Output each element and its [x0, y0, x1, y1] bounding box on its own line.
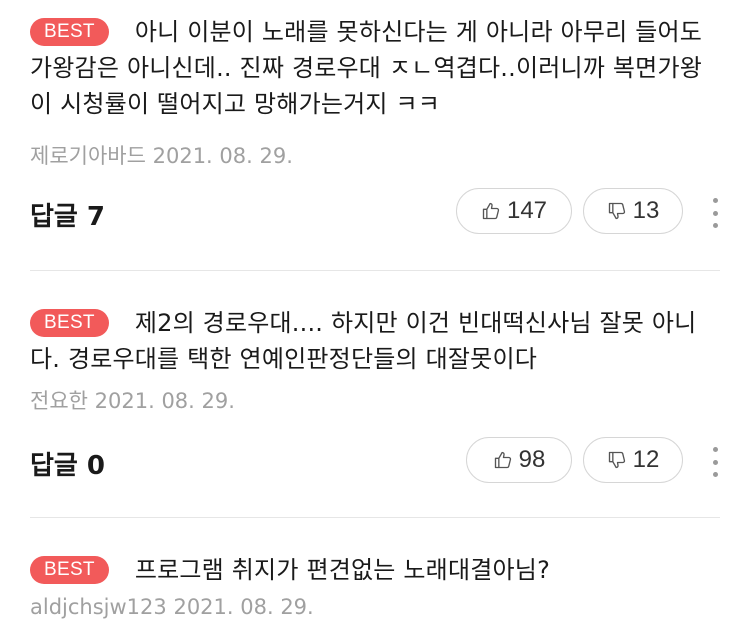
dislike-button[interactable]: 13: [583, 188, 683, 234]
comment-author[interactable]: 제로기아바드: [30, 144, 146, 168]
comment-footer: 답글 0 98 12: [0, 437, 750, 487]
thumbs-down-icon: [608, 451, 625, 469]
comment-footer: 답글 7 147 13: [0, 188, 750, 238]
comment-meta: 제로기아바드 2021. 08. 29.: [30, 140, 293, 170]
comment-body: BEST 제2의 경로우대.... 하지만 이건 빈대떡신사님 잘못 아니다. 경…: [30, 305, 720, 377]
comment-body: BEST 아니 이분이 노래를 못하신다는 게 아니라 아무리 들어도 가왕감은 …: [30, 14, 720, 122]
thumbs-up-icon: [482, 202, 500, 220]
comment-author[interactable]: 전요한: [30, 389, 88, 413]
dislike-button[interactable]: 12: [583, 437, 683, 483]
comment-date: 2021. 08. 29.: [173, 595, 314, 619]
best-badge: BEST: [30, 556, 109, 584]
comment-date: 2021. 08. 29.: [152, 144, 293, 168]
comment-meta: 전요한 2021. 08. 29.: [30, 385, 235, 415]
comment-date: 2021. 08. 29.: [94, 389, 235, 413]
comment-item: BEST 아니 이분이 노래를 못하신다는 게 아니라 아무리 들어도 가왕감은 …: [0, 0, 750, 270]
like-button[interactable]: 98: [466, 437, 572, 483]
comment-body: BEST 프로그램 취지가 편견없는 노래대결아님?: [30, 552, 720, 588]
comment-list: BEST 아니 이분이 노래를 못하신다는 게 아니라 아무리 들어도 가왕감은 …: [0, 0, 750, 632]
comment-author[interactable]: aldjchsjw123: [30, 595, 167, 619]
comment-meta: aldjchsjw123 2021. 08. 29.: [30, 595, 314, 619]
like-count: 147: [506, 197, 548, 224]
like-count: 98: [518, 446, 546, 473]
thumbs-up-icon: [494, 451, 511, 469]
comment-text: 아니 이분이 노래를 못하신다는 게 아니라 아무리 들어도 가왕감은 아니신데…: [30, 18, 703, 118]
thumbs-down-icon: [608, 202, 625, 220]
reply-button[interactable]: 답글 7: [30, 196, 105, 233]
dislike-count: 13: [632, 197, 660, 224]
more-vertical-icon[interactable]: [710, 447, 720, 477]
comment-text: 프로그램 취지가 편견없는 노래대결아님?: [134, 556, 551, 584]
best-badge: BEST: [30, 309, 109, 337]
comment-item: BEST 제2의 경로우대.... 하지만 이건 빈대떡신사님 잘못 아니다. 경…: [0, 271, 750, 517]
best-badge: BEST: [30, 18, 109, 46]
comment-text: 제2의 경로우대.... 하지만 이건 빈대떡신사님 잘못 아니다. 경로우대를…: [30, 309, 697, 373]
more-vertical-icon[interactable]: [710, 198, 720, 228]
reply-button[interactable]: 답글 0: [30, 445, 105, 482]
dislike-count: 12: [632, 446, 660, 473]
like-button[interactable]: 147: [456, 188, 572, 234]
comment-item: BEST 프로그램 취지가 편견없는 노래대결아님? aldjchsjw123 2…: [0, 518, 750, 632]
